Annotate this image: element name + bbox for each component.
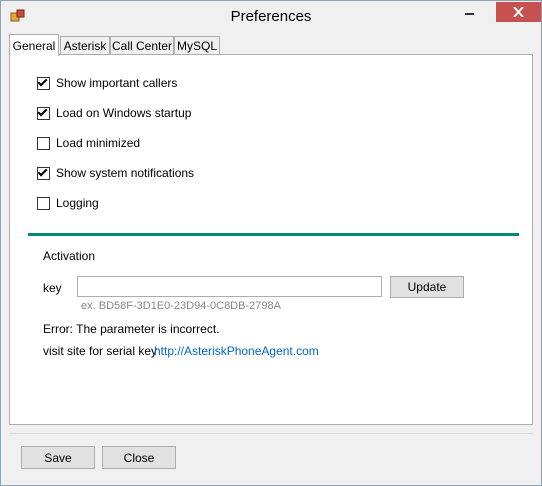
title-bar[interactable]: Preferences	[1, 1, 541, 32]
option-label: Show system notifications	[56, 166, 195, 180]
key-format-hint: ex. BD58F-3D1E0-23D94-0C8DB-2798A	[81, 300, 281, 312]
tab-call-center[interactable]: Call Center	[110, 36, 174, 55]
option-logging[interactable]: Logging	[37, 195, 99, 211]
checkbox[interactable]	[37, 76, 50, 90]
check-icon	[37, 166, 48, 176]
option-load-minimized[interactable]: Load minimized	[37, 135, 140, 151]
key-label: key	[43, 281, 62, 295]
update-button[interactable]: Update	[390, 276, 464, 298]
section-divider	[28, 233, 519, 236]
footer-bar: Save Close	[9, 433, 533, 479]
check-icon	[37, 106, 48, 116]
option-label: Show important callers	[56, 76, 178, 90]
activation-heading: Activation	[43, 249, 96, 263]
save-button[interactable]: Save	[21, 446, 95, 469]
checkbox[interactable]	[37, 166, 50, 180]
option-label: Load minimized	[56, 136, 141, 150]
error-message: Error: The parameter is incorrect.	[43, 322, 220, 336]
general-tab-panel: Show important callers Load on Windows s…	[9, 54, 533, 425]
close-icon	[513, 7, 524, 17]
minimize-button[interactable]	[456, 2, 483, 22]
close-button[interactable]: Close	[102, 446, 176, 469]
tab-general[interactable]: General	[9, 34, 59, 56]
tab-asterisk[interactable]: Asterisk	[60, 36, 110, 55]
check-icon	[37, 76, 48, 86]
checkbox[interactable]	[37, 106, 50, 120]
website-link[interactable]: http://AsteriskPhoneAgent.com	[154, 344, 319, 358]
checkbox[interactable]	[37, 196, 50, 210]
tab-mysql[interactable]: MySQL	[174, 36, 220, 55]
option-show-important-callers[interactable]: Show important callers	[37, 75, 177, 91]
visit-site-label: visit site for serial key	[43, 344, 158, 358]
option-label: Load on Windows startup	[56, 106, 192, 120]
key-input[interactable]	[77, 276, 382, 297]
option-label: Logging	[56, 196, 99, 210]
checkbox[interactable]	[37, 136, 50, 150]
option-show-system-notifications[interactable]: Show system notifications	[37, 165, 194, 181]
minimize-icon	[464, 13, 474, 15]
option-load-on-startup[interactable]: Load on Windows startup	[37, 105, 191, 121]
preferences-window: Preferences General Asterisk Call Center…	[0, 0, 542, 486]
close-window-button[interactable]	[496, 2, 541, 22]
